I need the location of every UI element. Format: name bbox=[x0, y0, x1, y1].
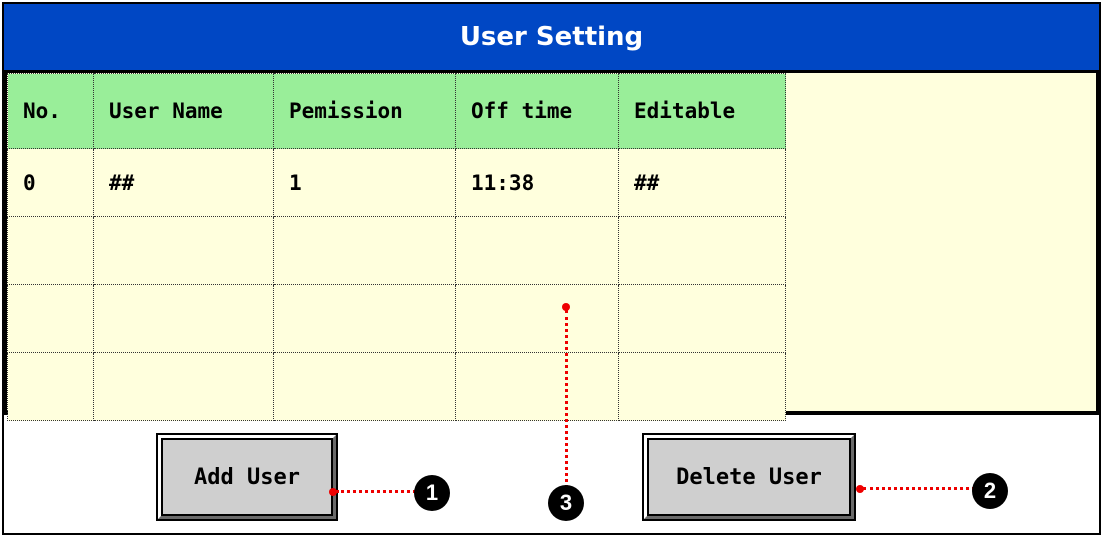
cell-editable bbox=[618, 284, 786, 353]
annotation-leader-2 bbox=[863, 487, 975, 490]
annotation-leader-3 bbox=[565, 310, 568, 488]
cell-user-name bbox=[93, 284, 274, 353]
cell-permission bbox=[273, 216, 456, 285]
cell-editable bbox=[618, 216, 786, 285]
user-table-panel: No. User Name Pemission Off time Editabl… bbox=[4, 70, 1099, 421]
add-user-button-label: Add User bbox=[194, 464, 300, 490]
column-header-editable: Editable bbox=[618, 73, 786, 149]
cell-no: 0 bbox=[7, 148, 94, 217]
delete-user-button[interactable]: Delete User bbox=[642, 433, 856, 521]
user-table: No. User Name Pemission Off time Editabl… bbox=[7, 73, 786, 421]
cell-permission bbox=[273, 284, 456, 353]
column-header-no: No. bbox=[7, 73, 94, 149]
cell-no bbox=[7, 352, 94, 421]
callout-badge-1: 1 bbox=[414, 475, 450, 511]
delete-user-button-face[interactable]: Delete User bbox=[647, 438, 851, 516]
table-row[interactable] bbox=[7, 352, 786, 421]
cell-editable bbox=[618, 352, 786, 421]
callout-badge-2: 2 bbox=[972, 473, 1008, 509]
column-header-off-time: Off time bbox=[455, 73, 619, 149]
user-setting-window: User Setting No. User Name Pemission Off… bbox=[2, 2, 1101, 535]
page-title: User Setting bbox=[459, 22, 644, 52]
cell-user-name: ## bbox=[93, 148, 274, 217]
cell-off-time bbox=[455, 216, 619, 285]
table-header-row: No. User Name Pemission Off time Editabl… bbox=[7, 73, 786, 149]
callout-number-2: 2 bbox=[983, 478, 997, 503]
cell-off-time bbox=[455, 352, 619, 421]
cell-user-name bbox=[93, 216, 274, 285]
column-header-user-name: User Name bbox=[93, 73, 274, 149]
column-header-permission: Pemission bbox=[273, 73, 456, 149]
cell-editable: ## bbox=[618, 148, 786, 217]
callout-number-3: 3 bbox=[559, 490, 573, 515]
cell-permission bbox=[273, 352, 456, 421]
callout-badge-3: 3 bbox=[548, 485, 584, 521]
table-row[interactable]: 0 ## 1 11:38 ## bbox=[7, 148, 786, 217]
cell-no bbox=[7, 216, 94, 285]
cell-user-name bbox=[93, 352, 274, 421]
cell-off-time bbox=[455, 284, 619, 353]
callout-number-1: 1 bbox=[425, 480, 439, 505]
table-row[interactable] bbox=[7, 216, 786, 285]
add-user-button-face[interactable]: Add User bbox=[161, 438, 333, 516]
cell-off-time: 11:38 bbox=[455, 148, 619, 217]
add-user-button[interactable]: Add User bbox=[156, 433, 338, 521]
table-row[interactable] bbox=[7, 284, 786, 353]
annotation-leader-1 bbox=[336, 490, 416, 493]
delete-user-button-label: Delete User bbox=[676, 464, 822, 490]
cell-permission: 1 bbox=[273, 148, 456, 217]
title-bar: User Setting bbox=[4, 4, 1099, 70]
cell-no bbox=[7, 284, 94, 353]
